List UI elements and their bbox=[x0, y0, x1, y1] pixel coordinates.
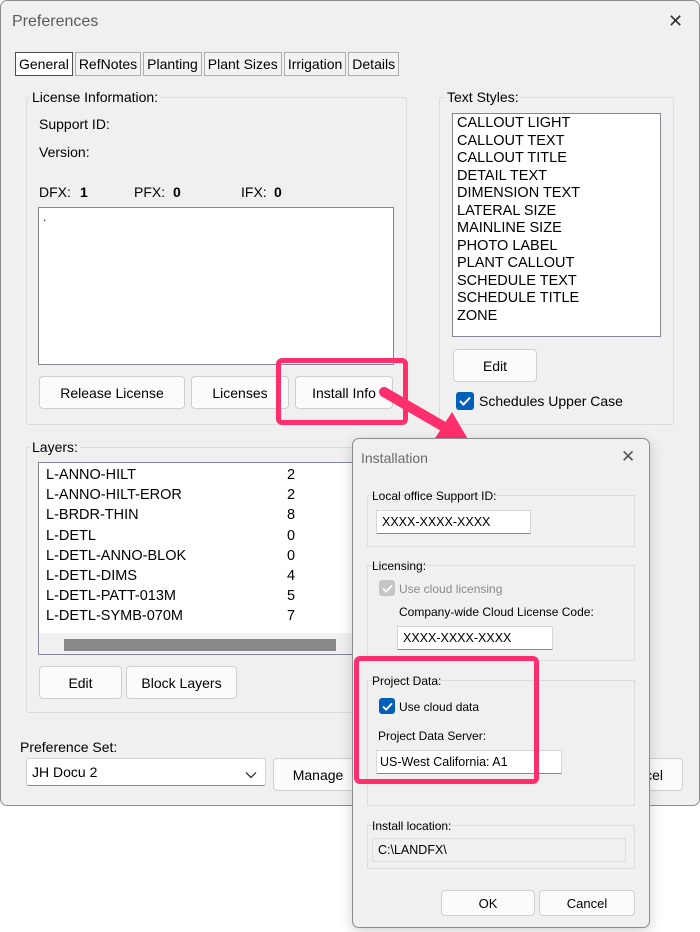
list-item[interactable]: PHOTO LABEL bbox=[453, 238, 660, 256]
table-row[interactable]: L-DETL-PATT-013M 5 bbox=[39, 586, 355, 606]
tab-refnotes[interactable]: RefNotes bbox=[74, 52, 142, 76]
pfx-label: PFX: bbox=[134, 184, 166, 200]
table-row[interactable]: L-ANNO-HILT 2 bbox=[39, 465, 355, 485]
ifx-label: IFX: bbox=[241, 184, 267, 200]
layer-color: 8 bbox=[287, 507, 296, 524]
list-item[interactable]: SCHEDULE TEXT bbox=[453, 273, 660, 291]
table-row[interactable]: L-DETL 0 bbox=[39, 526, 355, 546]
list-item[interactable]: ZONE bbox=[453, 308, 660, 326]
cloud-code-label: Company-wide Cloud License Code: bbox=[399, 605, 594, 619]
layer-name: L-ANNO-HILT bbox=[46, 467, 136, 483]
schedules-upper-case-label: Schedules Upper Case bbox=[479, 393, 623, 409]
tab-bar: General RefNotes Planting Plant Sizes Ir… bbox=[15, 52, 401, 76]
dfx-value: 1 bbox=[80, 184, 88, 200]
layers-edit-button[interactable]: Edit bbox=[39, 666, 122, 699]
use-cloud-data-label: Use cloud data bbox=[399, 700, 480, 714]
checkmark-icon bbox=[381, 584, 393, 593]
tab-plant-sizes[interactable]: Plant Sizes bbox=[203, 52, 282, 76]
scrollbar-thumb[interactable] bbox=[64, 639, 336, 651]
table-row[interactable]: L-DETL-SYMB-070M 7 bbox=[39, 606, 355, 626]
tab-planting[interactable]: Planting bbox=[143, 52, 202, 76]
server-select[interactable]: US-West California: A1 bbox=[376, 750, 562, 774]
project-data-label: Project Data: bbox=[372, 674, 442, 688]
table-row[interactable]: L-ANNO-HILT-EROR 2 bbox=[39, 485, 355, 505]
pfx-value: 0 bbox=[173, 184, 181, 200]
version-label: Version: bbox=[39, 144, 90, 160]
server-label: Project Data Server: bbox=[378, 729, 487, 743]
layer-name: L-BRDR-THIN bbox=[46, 507, 139, 524]
block-layers-button[interactable]: Block Layers bbox=[126, 666, 237, 699]
cloud-code-input[interactable]: XXXX-XXXX-XXXX bbox=[397, 626, 553, 650]
project-data-group bbox=[367, 680, 635, 806]
use-cloud-data-checkbox[interactable] bbox=[379, 698, 395, 714]
list-item[interactable]: PLANT CALLOUT bbox=[453, 255, 660, 273]
list-item[interactable]: DIMENSION TEXT bbox=[453, 185, 660, 203]
layer-name: L-DETL-DIMS bbox=[46, 567, 138, 584]
layer-name: L-ANNO-HILT-EROR bbox=[46, 487, 182, 504]
support-id-label: Local office Support ID: bbox=[372, 489, 497, 503]
list-item[interactable]: CALLOUT LIGHT bbox=[453, 115, 660, 133]
layer-color: 4 bbox=[287, 567, 296, 584]
close-icon[interactable]: ✕ bbox=[668, 12, 683, 30]
installation-title: Installation bbox=[361, 450, 428, 466]
layer-name: L-DETL-ANNO-BLOK bbox=[46, 547, 187, 564]
text-styles-group-label: Text Styles: bbox=[445, 89, 521, 105]
chevron-down-icon bbox=[245, 766, 257, 782]
tab-general[interactable]: General bbox=[15, 52, 73, 76]
layer-name: L-DETL bbox=[46, 527, 96, 544]
list-item[interactable]: LATERAL SIZE bbox=[453, 203, 660, 221]
license-info-textarea[interactable]: . bbox=[38, 207, 394, 365]
layer-color: 2 bbox=[287, 487, 296, 504]
checkmark-icon bbox=[381, 702, 393, 711]
layer-color: 7 bbox=[287, 608, 296, 625]
layers-list[interactable]: L-ANNO-HILT 2 L-ANNO-HILT-EROR 2 L-BRDR-THIN… bbox=[38, 462, 356, 655]
layer-color: 2 bbox=[287, 467, 296, 483]
support-id-input[interactable]: XXXX-XXXX-XXXX bbox=[376, 510, 531, 534]
layer-name: L-DETL-SYMB-070M bbox=[46, 608, 183, 625]
cancel-button[interactable]: Cancel bbox=[539, 890, 635, 916]
text-styles-list[interactable]: CALLOUT LIGHT CALLOUT TEXT CALLOUT TITLE DE… bbox=[452, 113, 661, 337]
layers-horizontal-scrollbar[interactable] bbox=[39, 633, 355, 654]
layer-name: L-DETL-PATT-013M bbox=[46, 588, 176, 605]
use-cloud-licensing-label: Use cloud licensing bbox=[399, 582, 503, 596]
install-location-field: C:\LANDFX\ bbox=[372, 838, 626, 862]
layer-color: 5 bbox=[287, 588, 296, 605]
preference-set-label: Preference Set: bbox=[20, 739, 118, 755]
layer-color: 0 bbox=[287, 547, 296, 564]
licenses-button[interactable]: Licenses bbox=[191, 376, 289, 409]
table-row[interactable]: L-DETL-ANNO-BLOK 0 bbox=[39, 546, 355, 566]
release-license-button[interactable]: Release License bbox=[39, 376, 185, 409]
list-item[interactable]: MAINLINE SIZE bbox=[453, 220, 660, 238]
table-row[interactable]: L-DETL-DIMS 4 bbox=[39, 566, 355, 586]
use-cloud-licensing-checkbox[interactable] bbox=[379, 580, 395, 596]
layer-color: 0 bbox=[287, 527, 296, 544]
list-item[interactable]: DETAIL TEXT bbox=[453, 168, 660, 186]
preference-set-value: JH Docu 2 bbox=[32, 764, 98, 780]
window-title: Preferences bbox=[12, 13, 99, 30]
close-icon[interactable]: ✕ bbox=[621, 448, 635, 465]
manage-button[interactable]: Manage bbox=[273, 758, 363, 791]
tab-details[interactable]: Details bbox=[348, 52, 400, 76]
list-item[interactable]: SCHEDULE TITLE bbox=[453, 290, 660, 308]
list-item[interactable]: CALLOUT TEXT bbox=[453, 133, 660, 151]
tab-irrigation[interactable]: Irrigation bbox=[283, 52, 347, 76]
layers-group-label: Layers: bbox=[30, 439, 80, 455]
dfx-label: DFX: bbox=[39, 184, 71, 200]
ok-button[interactable]: OK bbox=[441, 890, 535, 916]
support-id-label: Support ID: bbox=[39, 116, 110, 132]
table-row[interactable]: L-BRDR-THIN 8 bbox=[39, 505, 355, 525]
preference-set-dropdown[interactable]: JH Docu 2 bbox=[26, 758, 266, 786]
license-group-label: License Information: bbox=[30, 89, 161, 105]
installation-dialog: Installation ✕ Local office Support ID: … bbox=[352, 438, 650, 928]
install-location-label: Install location: bbox=[372, 819, 452, 833]
ifx-value: 0 bbox=[274, 184, 282, 200]
list-item[interactable]: CALLOUT TITLE bbox=[453, 150, 660, 168]
licensing-label: Licensing: bbox=[372, 559, 427, 573]
